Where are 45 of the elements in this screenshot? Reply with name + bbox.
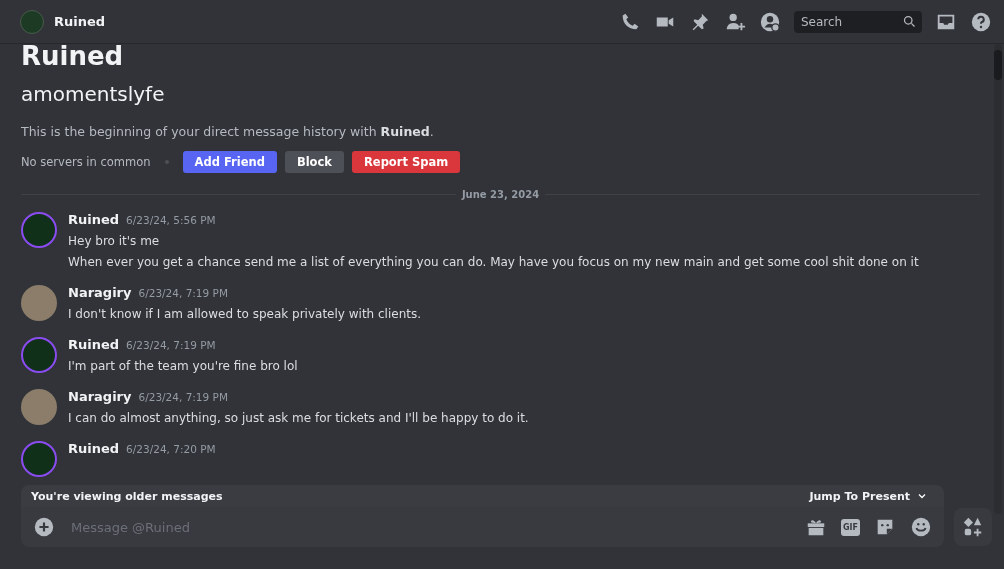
author-name[interactable]: Ruined [68,337,120,352]
author-name[interactable]: Ruined [68,441,120,456]
profile-title: Ruined [21,44,125,68]
timestamp: 6/23/24, 7:19 PM [126,339,216,351]
app-launcher-button[interactable] [954,508,992,546]
avatar[interactable] [21,337,57,373]
date-divider: June 23, 2024 [461,189,540,200]
help-icon[interactable] [970,10,992,33]
avatar-icon [20,9,44,34]
avatar[interactable] [21,285,57,321]
search-icon [902,14,917,29]
plus-icon[interactable] [33,516,55,538]
message-text: I'm part of the team you're fine bro lol [68,359,298,373]
timestamp: 6/23/24, 7:19 PM [138,287,228,299]
search-field[interactable]: Search [794,10,922,33]
jump-to-present-button[interactable]: Jump To Present [803,488,934,504]
scrollbar[interactable] [994,44,1002,514]
timestamp: 6/23/24, 7:20 PM [126,443,216,455]
message-text: I don't know if I am allowed to speak privately with clients. [68,307,422,321]
emoji-icon[interactable] [910,516,932,538]
message-input[interactable]: Message @Ruined [69,518,791,536]
mutual-servers-text: No servers in common [21,155,151,169]
username: amomentslyfe [21,82,166,106]
timestamp: 6/23/24, 5:56 PM [126,214,216,226]
author-name[interactable]: Ruined [68,212,120,227]
message-field[interactable]: Message @Ruined GIF [21,507,944,547]
author-name[interactable]: Naragiry [68,285,132,300]
author-name[interactable]: Naragiry [68,389,132,404]
action-button[interactable]: Block [284,151,344,173]
intro-description: This is the beginning of your direct message history with Ruined. [21,124,435,139]
channel-name: Ruined [54,14,106,29]
apps-icon [962,516,984,538]
message-text: When ever you get a chance send me a list of everything you can do. May have you focus on my new main and get some cool shit done on it [68,255,919,269]
avatar[interactable] [21,441,57,477]
avatar[interactable] [21,389,57,425]
avatar[interactable] [21,212,57,248]
action-button[interactable]: Report Spam [352,151,461,173]
timestamp: 6/23/24, 7:19 PM [138,391,228,403]
message-text: Hey bro it's me [68,234,161,248]
action-button[interactable]: Add Friend [182,151,277,173]
message-text: I can do almost anything, so just ask me for tickets and I'll be happy to do it. [68,411,529,425]
user-profile-icon[interactable] [759,10,781,33]
older-messages-text: You're viewing older messages [31,489,223,503]
search-input[interactable]: Search [799,13,902,30]
gif-button[interactable]: GIF [841,518,860,536]
